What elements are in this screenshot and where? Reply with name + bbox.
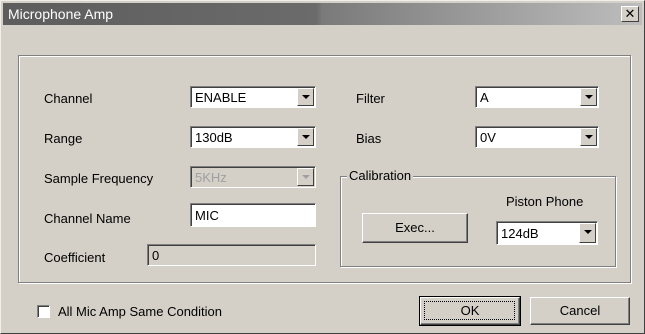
ok-button[interactable]: OK [419, 296, 521, 326]
chevron-down-icon[interactable] [580, 128, 597, 146]
sample-frequency-label: Sample Frequency [44, 171, 154, 186]
title-bar[interactable]: Microphone Amp ✕ [3, 3, 642, 25]
piston-phone-label: Piston Phone [506, 194, 584, 209]
window-title: Microphone Amp [8, 6, 114, 22]
cancel-button-label: Cancel [559, 303, 601, 318]
channel-select[interactable]: ENABLE [190, 86, 316, 108]
exec-button[interactable]: Exec... [362, 213, 468, 243]
channel-label: Channel [44, 91, 93, 106]
channel-value: ENABLE [195, 90, 247, 105]
bias-value: 0V [480, 130, 496, 145]
sample-frequency-select: 5KHz [190, 166, 316, 188]
chevron-down-icon[interactable] [297, 88, 314, 106]
chevron-down-icon[interactable] [580, 88, 597, 106]
close-icon: ✕ [624, 6, 636, 21]
filter-value: A [480, 90, 489, 105]
piston-phone-value: 124dB [501, 226, 539, 241]
chevron-down-icon[interactable] [579, 223, 596, 243]
coefficient-value: 0 [152, 248, 160, 263]
channel-name-input[interactable]: MIC [190, 203, 316, 227]
chevron-down-icon [297, 168, 314, 186]
coefficient-label: Coefficient [44, 250, 106, 265]
range-value: 130dB [195, 130, 233, 145]
bias-select[interactable]: 0V [475, 126, 599, 148]
range-label: Range [44, 131, 83, 146]
sample-frequency-value: 5KHz [195, 170, 227, 185]
exec-button-label: Exec... [395, 220, 435, 235]
same-condition-label[interactable]: All Mic Amp Same Condition [58, 304, 222, 319]
cancel-button[interactable]: Cancel [530, 297, 630, 325]
filter-select[interactable]: A [475, 86, 599, 108]
bias-label: Bias [356, 131, 382, 146]
focus-rect [424, 301, 515, 320]
range-select[interactable]: 130dB [190, 126, 316, 148]
calibration-legend: Calibration [347, 168, 414, 183]
close-button[interactable]: ✕ [621, 6, 639, 22]
channel-name-value: MIC [195, 208, 219, 223]
coefficient-field: 0 [147, 244, 316, 266]
channel-name-label: Channel Name [44, 211, 131, 226]
same-condition-checkbox[interactable] [37, 305, 50, 318]
chevron-down-icon[interactable] [297, 128, 314, 146]
filter-label: Filter [356, 91, 385, 106]
piston-phone-select[interactable]: 124dB [496, 221, 598, 245]
